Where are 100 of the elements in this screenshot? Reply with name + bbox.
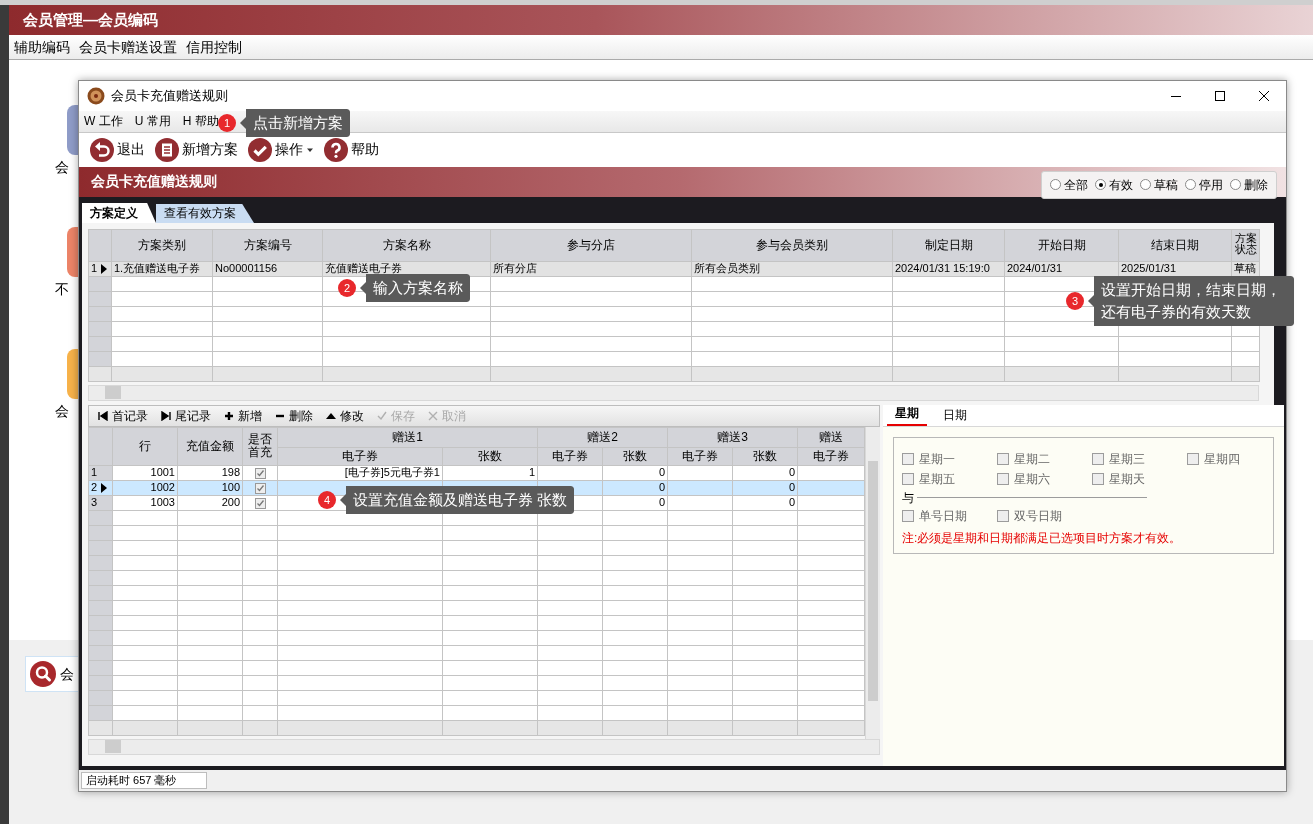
tab[interactable]: 查看有效方案 <box>156 203 254 223</box>
horizontal-scrollbar[interactable] <box>88 384 1259 401</box>
check-icon <box>248 137 272 162</box>
tile-icon[interactable] <box>67 227 79 277</box>
callout-tooltip: 设置开始日期，结束日期，还有电子券的有效天数 <box>1088 276 1294 326</box>
menu-item[interactable]: W 工作 <box>83 112 124 131</box>
list-icon <box>155 137 179 162</box>
toolbar-button[interactable]: 新增方案 <box>153 137 240 162</box>
table-cell: 200 <box>221 496 240 509</box>
column-header: 充值金额 <box>177 427 243 466</box>
menu-item[interactable]: H 帮助 <box>181 112 220 131</box>
column-header: 参与会员类别 <box>691 229 893 262</box>
toolbar-button[interactable]: 新增 <box>219 406 267 425</box>
column-header: 制定日期 <box>892 229 1005 262</box>
maximize-icon[interactable] <box>1214 89 1226 102</box>
row-number: 1 <box>91 262 98 276</box>
first-record-icon <box>98 410 108 421</box>
radio-option[interactable]: 停用 <box>1185 175 1223 194</box>
table-cell: 所有分店 <box>493 262 537 275</box>
toolbar-button[interactable]: 尾记录 <box>156 406 216 425</box>
vertical-scrollbar[interactable] <box>865 426 880 739</box>
plus-icon <box>224 410 234 421</box>
window-title: 会员管理—会员编码 <box>9 5 1313 35</box>
cross-icon <box>428 410 438 421</box>
column-header: 参与分店 <box>490 229 692 262</box>
close-icon[interactable] <box>1258 89 1270 102</box>
app-icon <box>87 86 105 105</box>
table-cell: 198 <box>221 466 240 479</box>
table-cell: 1001 <box>150 466 175 479</box>
tile-icon[interactable] <box>67 105 79 155</box>
tab[interactable]: 日期 <box>935 405 975 426</box>
radio-option[interactable]: 草稿 <box>1140 175 1178 194</box>
table-cell: 0 <box>788 496 795 509</box>
row-number: 3 <box>91 496 98 510</box>
last-record-icon <box>161 410 171 421</box>
column-header: 开始日期 <box>1004 229 1119 262</box>
toolbar-button[interactable]: 帮助 <box>322 137 381 162</box>
checkbox[interactable] <box>254 467 266 479</box>
menu-item[interactable]: 信用控制 <box>183 36 248 58</box>
table-cell: 0 <box>788 466 795 479</box>
toolbar-button[interactable]: 删除 <box>270 406 318 425</box>
radio-option[interactable]: 删除 <box>1230 175 1268 194</box>
table-cell: 1002 <box>150 481 175 494</box>
toolbar-button[interactable]: 首记录 <box>93 406 153 425</box>
callout-tooltip: 输入方案名称 <box>360 274 470 302</box>
table-cell: No00001156 <box>215 262 278 275</box>
column-header: 是否首充 <box>242 427 278 466</box>
separator-label: 与 <box>902 489 914 507</box>
note-text: 注:必须是星期和日期都满足已选项目时方案才有效。 <box>902 529 1183 547</box>
table-cell: 1 <box>528 466 535 479</box>
row-number: 1 <box>91 466 98 480</box>
caret-icon <box>306 146 314 153</box>
horizontal-scrollbar[interactable] <box>88 738 880 755</box>
menu-item[interactable]: 会员卡赠送设置 <box>76 36 183 58</box>
table-cell: 1003 <box>150 496 175 509</box>
table-cell: 0 <box>658 466 665 479</box>
column-header: 方案状态 <box>1231 229 1260 262</box>
check-icon <box>377 410 387 421</box>
column-header: 行 <box>112 427 178 466</box>
table-cell: 100 <box>221 481 240 494</box>
checkbox[interactable] <box>254 482 266 494</box>
window-title: 会员卡充值赠送规则 <box>111 87 228 106</box>
table-cell: 所有会员类别 <box>694 262 760 275</box>
radio-option[interactable]: 有效 <box>1095 175 1133 194</box>
toolbar-button[interactable]: 操作 <box>246 137 316 162</box>
tab[interactable]: 方案定义 <box>82 202 156 223</box>
help-icon <box>324 137 348 162</box>
row-pointer-icon <box>101 263 108 274</box>
tab[interactable]: 星期 <box>887 403 927 426</box>
section-title: 会员卡充值赠送规则 <box>91 172 217 192</box>
column-header: 结束日期 <box>1118 229 1232 262</box>
search-icon <box>30 661 56 687</box>
search-button[interactable]: 会 <box>25 656 79 692</box>
callout-tooltip: 点击新增方案 <box>240 109 350 137</box>
table-cell: 0 <box>788 481 795 494</box>
radio-option[interactable]: 全部 <box>1050 175 1088 194</box>
column-header: 赠送3 <box>667 427 798 448</box>
column-header: 方案类别 <box>111 229 213 262</box>
column-header: 方案编号 <box>212 229 323 262</box>
table-cell: 2025/01/31 <box>1121 262 1177 275</box>
tile-label: 会 <box>55 402 69 421</box>
table-cell: 1.充值赠送电子券 <box>114 262 201 275</box>
tile-label: 不 <box>55 280 69 299</box>
table-cell: 草稿 <box>1234 262 1256 275</box>
menu-item[interactable]: 辅助编码 <box>11 36 76 58</box>
table-cell: 2024/01/31 15:19:0 <box>895 262 990 275</box>
row-pointer-icon <box>101 482 108 493</box>
checkbox[interactable] <box>254 497 266 509</box>
column-header: 赠送2 <box>537 427 668 448</box>
tile-icon[interactable] <box>67 349 79 399</box>
table-cell: [电子券]5元电子券1 <box>344 466 440 479</box>
table-cell: 充值赠送电子券 <box>325 262 402 275</box>
menu-item[interactable]: U 常用 <box>133 112 172 131</box>
status-text: 启动耗时 657 毫秒 <box>81 772 207 789</box>
toolbar-button[interactable]: 退出 <box>88 137 147 162</box>
column-header: 赠送 <box>797 427 865 448</box>
row-number: 2 <box>91 481 98 495</box>
column-header: 方案名称 <box>322 229 491 262</box>
tile-label: 会 <box>55 158 69 177</box>
toolbar-button[interactable]: 修改 <box>321 406 369 425</box>
